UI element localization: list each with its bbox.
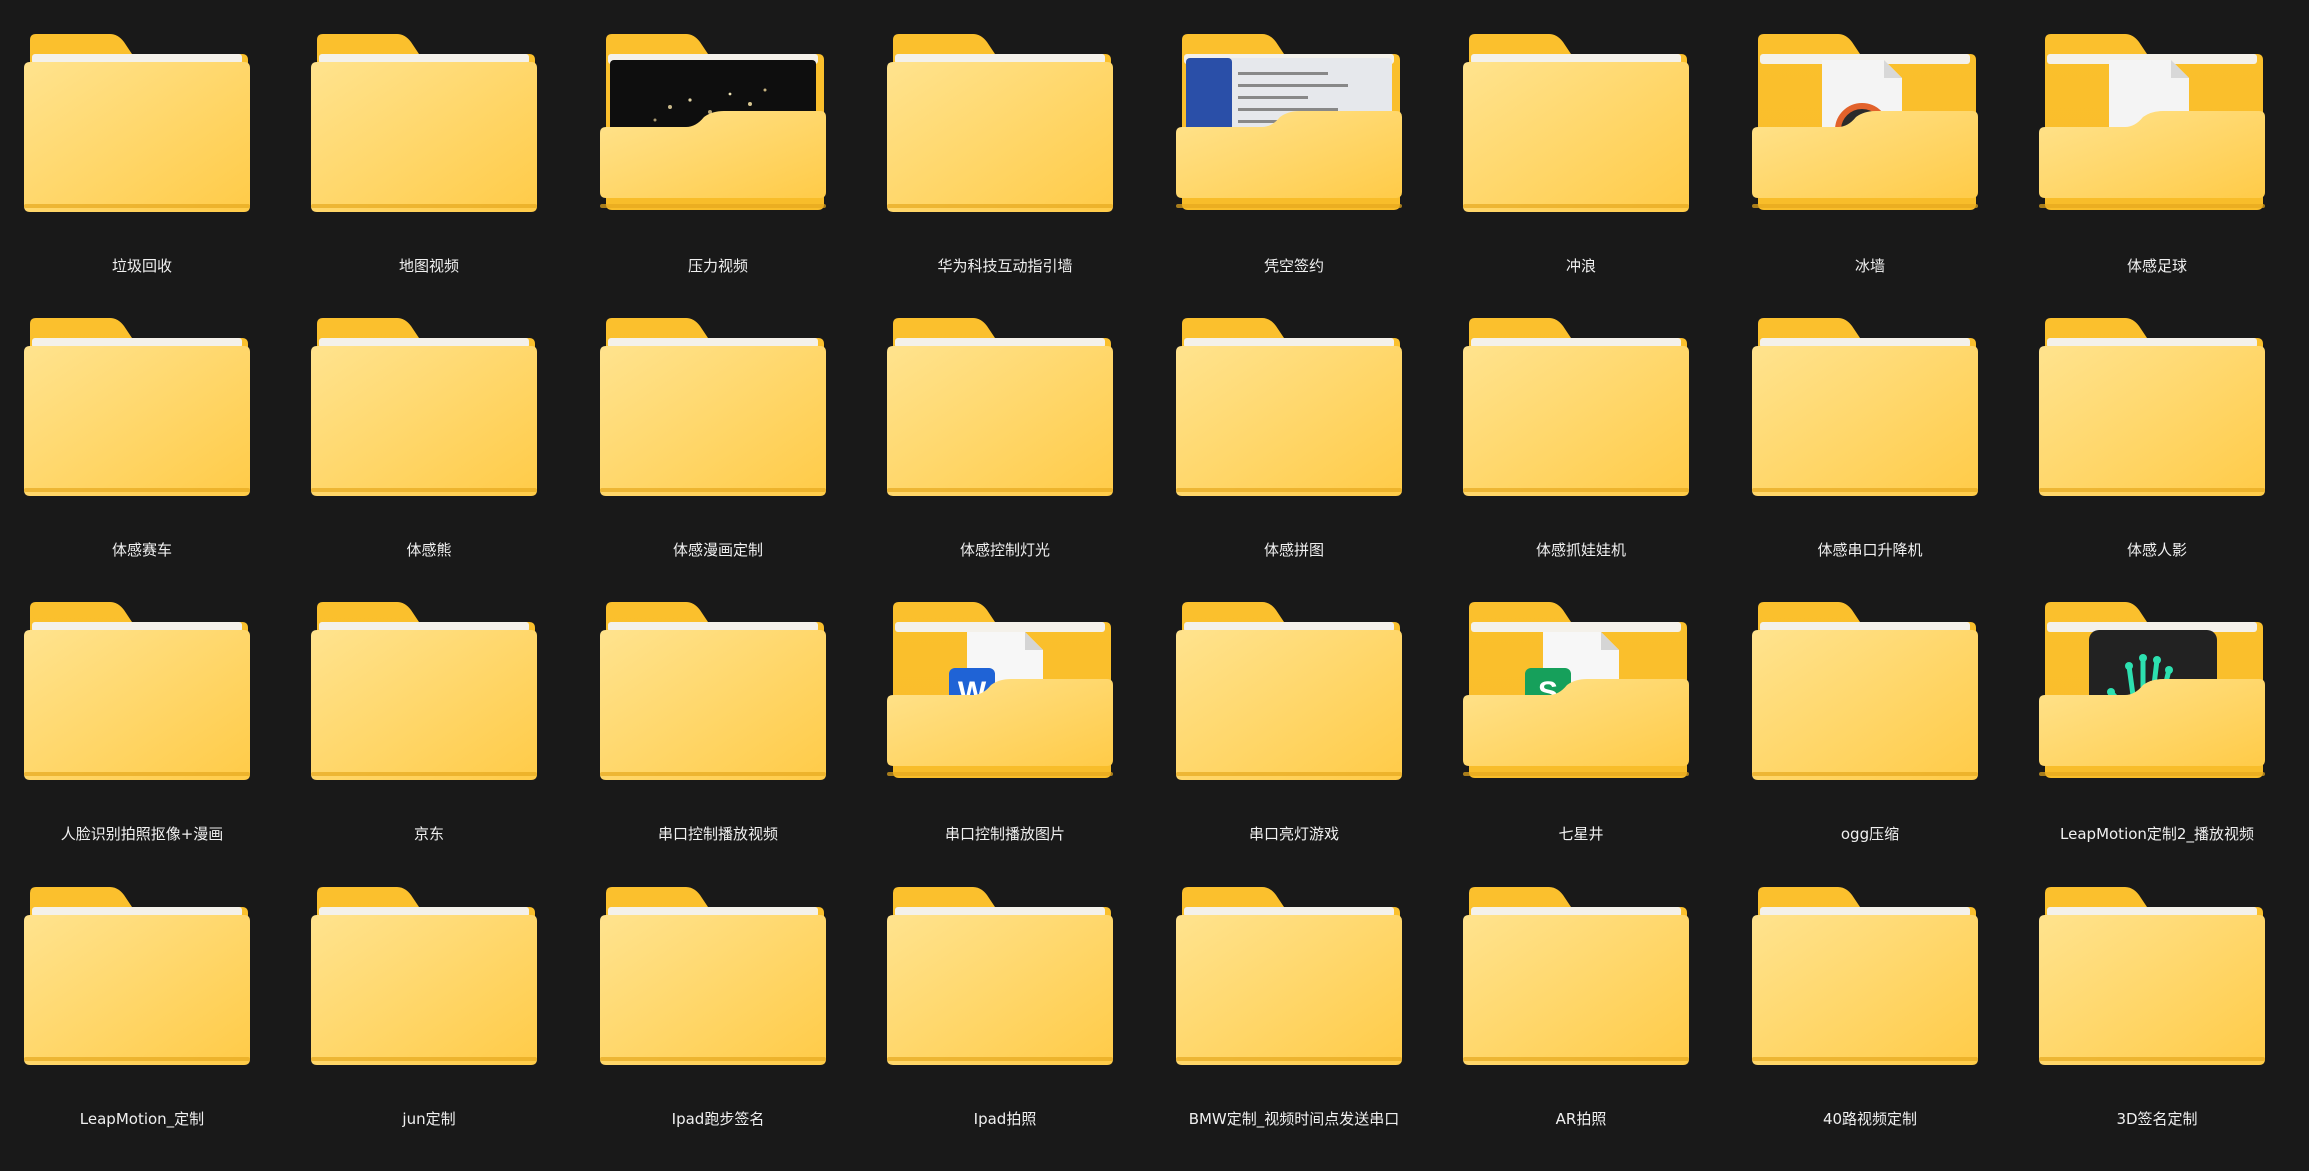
- folder-icon[interactable]: [24, 885, 250, 1065]
- folder-item[interactable]: 体感足球: [2027, 32, 2287, 302]
- folder-item[interactable]: Ipad跑步签名: [588, 885, 848, 1155]
- folder-item[interactable]: 人脸识别拍照抠像+漫画: [12, 600, 272, 870]
- folder-label: 体感赛车: [111, 541, 172, 559]
- folder-item[interactable]: 串口控制播放视频: [588, 600, 848, 870]
- folder-item[interactable]: 体感控制灯光: [875, 316, 1135, 586]
- folder-item[interactable]: 3D签名定制: [2027, 885, 2287, 1155]
- folder-icon[interactable]: [311, 32, 537, 212]
- folder-icon[interactable]: [1176, 316, 1402, 496]
- folder-icon[interactable]: [1752, 600, 1978, 780]
- folder-item[interactable]: W 串口控制播放图片: [875, 600, 1135, 870]
- folder-label: 体感熊: [406, 541, 452, 559]
- folder-item[interactable]: 体感人影: [2027, 316, 2287, 586]
- folder-icon[interactable]: [1463, 32, 1689, 212]
- folder-item[interactable]: 地图视频: [299, 32, 559, 302]
- folder-label: 垃圾回收: [111, 257, 172, 275]
- folder-icon[interactable]: [887, 32, 1113, 212]
- folder-item[interactable]: 京东: [299, 600, 559, 870]
- folder-icon[interactable]: [24, 316, 250, 496]
- folder-icon[interactable]: [311, 600, 537, 780]
- folder-icon[interactable]: [1463, 316, 1689, 496]
- folder-label: LeapMotion_定制: [79, 1110, 205, 1128]
- folder-icon[interactable]: [1752, 32, 1978, 212]
- folder-item[interactable]: Ipad拍照: [875, 885, 1135, 1155]
- folder-label: 压力视频: [687, 257, 748, 275]
- folder-label: 冲浪: [1565, 257, 1596, 275]
- folder-icon[interactable]: [2039, 32, 2265, 212]
- folder-item[interactable]: 体感拼图: [1164, 316, 1424, 586]
- folder-item[interactable]: 体感赛车: [12, 316, 272, 586]
- folder-item[interactable]: S 七星井: [1451, 600, 1711, 870]
- folder-label: 体感拼图: [1263, 541, 1324, 559]
- folder-label: 冰墙: [1854, 257, 1885, 275]
- folder-label: 华为科技互动指引墙: [937, 257, 1073, 275]
- folder-item[interactable]: BMW定制_视频时间点发送串口: [1164, 885, 1424, 1155]
- folder-icon[interactable]: [24, 600, 250, 780]
- folder-item[interactable]: 40路视频定制: [1740, 885, 2000, 1155]
- folder-label: Ipad跑步签名: [671, 1110, 765, 1128]
- folder-item[interactable]: 垃圾回收: [12, 32, 272, 302]
- folder-icon[interactable]: [311, 316, 537, 496]
- folder-item[interactable]: 体感熊: [299, 316, 559, 586]
- folder-icon[interactable]: [1463, 885, 1689, 1065]
- folder-icon[interactable]: W: [887, 600, 1113, 780]
- folder-label: 京东: [413, 825, 444, 843]
- folder-icon[interactable]: [887, 885, 1113, 1065]
- folder-item[interactable]: LeapMotion_定制: [12, 885, 272, 1155]
- folder-item[interactable]: AR拍照: [1451, 885, 1711, 1155]
- folder-label: 体感串口升降机: [1817, 541, 1923, 559]
- folder-icon[interactable]: [600, 316, 826, 496]
- folder-item[interactable]: jun定制: [299, 885, 559, 1155]
- folder-icon[interactable]: [2039, 885, 2265, 1065]
- folder-label: 七星井: [1558, 825, 1604, 843]
- folder-icon[interactable]: [1176, 600, 1402, 780]
- folder-icon[interactable]: [1752, 885, 1978, 1065]
- folder-label: ogg压缩: [1840, 825, 1900, 843]
- folder-grid: 垃圾回收 地图视频 压力视频 华为科技互动指引墙 凭空签约 冲浪 冰墙 体感足球…: [0, 0, 2309, 1171]
- folder-icon[interactable]: [1176, 885, 1402, 1065]
- folder-item[interactable]: LeapMotion定制2_播放视频: [2027, 600, 2287, 870]
- folder-icon[interactable]: [1176, 32, 1402, 212]
- folder-label: 串口亮灯游戏: [1248, 825, 1339, 843]
- folder-label: 凭空签约: [1263, 257, 1324, 275]
- folder-label: 串口控制播放视频: [657, 825, 778, 843]
- folder-icon[interactable]: [600, 885, 826, 1065]
- folder-label: 体感足球: [2126, 257, 2187, 275]
- folder-item[interactable]: 冰墙: [1740, 32, 2000, 302]
- folder-label: 串口控制播放图片: [944, 825, 1065, 843]
- folder-label: 地图视频: [398, 257, 459, 275]
- folder-icon[interactable]: [600, 32, 826, 212]
- folder-icon[interactable]: [24, 32, 250, 212]
- folder-label: AR拍照: [1555, 1110, 1607, 1128]
- folder-item[interactable]: 串口亮灯游戏: [1164, 600, 1424, 870]
- folder-icon[interactable]: [2039, 600, 2265, 780]
- folder-icon[interactable]: [600, 600, 826, 780]
- folder-label: 体感抓娃娃机: [1535, 541, 1626, 559]
- folder-label: 体感漫画定制: [672, 541, 763, 559]
- folder-item[interactable]: 体感抓娃娃机: [1451, 316, 1711, 586]
- folder-icon[interactable]: [311, 885, 537, 1065]
- folder-label: BMW定制_视频时间点发送串口: [1188, 1110, 1400, 1128]
- folder-label: LeapMotion定制2_播放视频: [2060, 825, 2254, 843]
- folder-label: 人脸识别拍照抠像+漫画: [60, 825, 224, 843]
- folder-item[interactable]: 体感漫画定制: [588, 316, 848, 586]
- folder-item[interactable]: 体感串口升降机: [1740, 316, 2000, 586]
- folder-icon[interactable]: [1752, 316, 1978, 496]
- folder-item[interactable]: 凭空签约: [1164, 32, 1424, 302]
- folder-item[interactable]: 压力视频: [588, 32, 848, 302]
- folder-icon[interactable]: [2039, 316, 2265, 496]
- folder-item[interactable]: 冲浪: [1451, 32, 1711, 302]
- folder-label: jun定制: [402, 1110, 456, 1128]
- folder-label: Ipad拍照: [973, 1110, 1037, 1128]
- folder-icon[interactable]: S: [1463, 600, 1689, 780]
- folder-item[interactable]: 华为科技互动指引墙: [875, 32, 1135, 302]
- folder-label: 体感控制灯光: [959, 541, 1050, 559]
- folder-label: 体感人影: [2126, 541, 2187, 559]
- folder-label: 3D签名定制: [2116, 1110, 2198, 1128]
- folder-label: 40路视频定制: [1822, 1110, 1918, 1128]
- folder-item[interactable]: ogg压缩: [1740, 600, 2000, 870]
- folder-icon[interactable]: [887, 316, 1113, 496]
